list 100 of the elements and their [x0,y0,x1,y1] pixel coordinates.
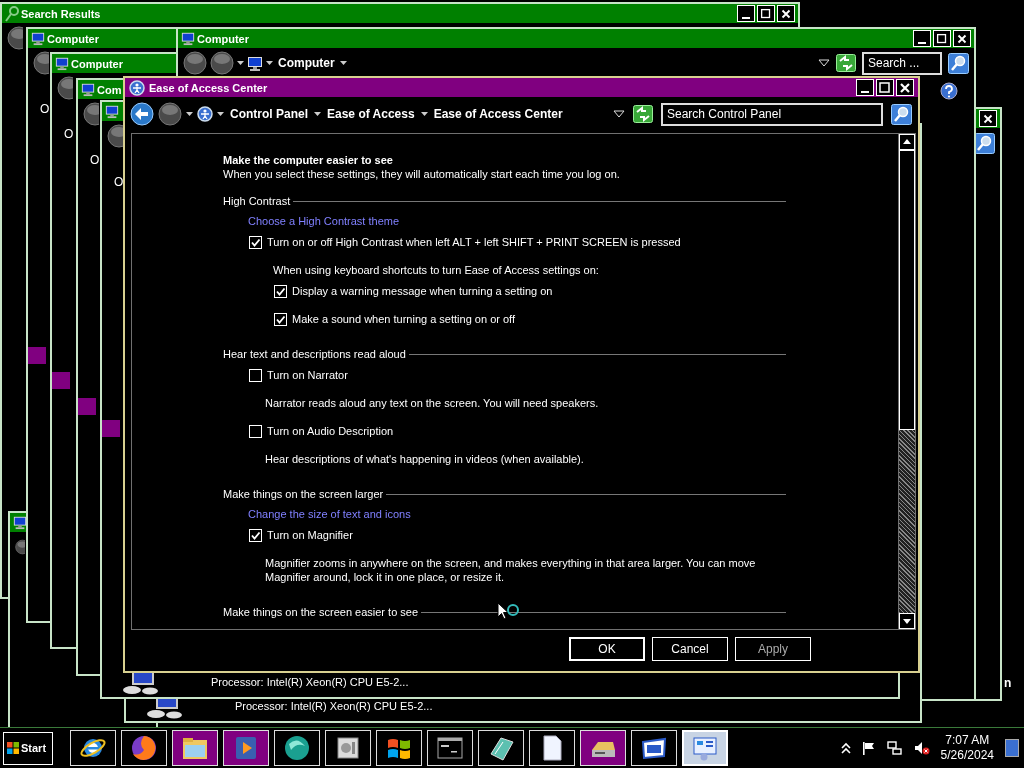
scrollbar[interactable] [898,134,915,629]
breadcrumb-arrow-icon[interactable] [217,111,224,117]
search-icon [5,5,19,22]
windows-logo-icon [7,742,19,754]
scroll-up-button[interactable] [899,134,915,150]
taskbar-button[interactable] [325,730,371,766]
checkbox[interactable] [249,528,262,542]
taskbar-button[interactable] [631,730,677,766]
scroll-down-button[interactable] [899,613,915,629]
history-arrow-icon[interactable] [237,60,244,66]
checkbox[interactable] [249,424,262,438]
maximize-button[interactable] [876,79,894,96]
network-icon[interactable] [886,741,903,755]
taskbar-button[interactable] [70,730,116,766]
show-hidden-icons-button[interactable] [840,742,851,754]
checkbox-label: Display a warning message when turning a setting on [292,284,553,298]
item-label: O [40,102,50,116]
link[interactable]: Choose a High Contrast theme [248,214,400,228]
search-button[interactable] [974,132,995,154]
checkbox[interactable] [274,284,287,298]
refresh-button[interactable] [836,54,856,72]
breadcrumb-item[interactable]: Computer [276,56,337,70]
checkbox[interactable] [249,368,262,382]
minimize-button[interactable] [856,79,874,96]
checkbox[interactable] [249,235,262,249]
item-label: O [64,127,74,141]
close-button[interactable] [777,5,795,22]
checkbox-label: Turn on Magnifier [267,528,353,542]
checkbox-label: Make a sound when turning a setting on or off [292,312,515,326]
scroll-thumb[interactable] [899,150,915,430]
forward-button[interactable] [210,51,234,75]
description-text: Narrator reads aloud any text on the screen. You will need speakers. [265,396,600,410]
breadcrumb-item[interactable]: Ease of Access Center [431,107,565,121]
clock-date: 5/26/2024 [940,748,994,763]
description-text: Hear descriptions of what's happening in videos (when available). [265,452,585,466]
clock[interactable]: 7:07 AM 5/26/2024 [940,733,994,763]
help-icon[interactable] [940,82,958,100]
computer-icon [81,82,95,97]
close-button[interactable] [896,79,914,96]
taskbar-button[interactable] [529,730,575,766]
refresh-button[interactable] [633,105,653,123]
breadcrumb-item[interactable]: Control Panel [228,107,310,121]
dropdown-icon[interactable] [818,59,830,67]
breadcrumb-arrow-icon[interactable] [420,111,428,117]
window-title: Computer [71,57,123,70]
link[interactable]: Change the size of text and icons [248,507,411,521]
tile-icon [52,372,70,389]
clock-time: 7:07 AM [945,733,990,748]
maximize-button[interactable] [757,5,775,22]
taskbar-button[interactable] [121,730,167,766]
minimize-button[interactable] [913,30,931,47]
browser-icon [130,734,158,762]
breadcrumb-arrow-icon[interactable] [314,111,321,117]
breadcrumb-item[interactable]: Ease of Access [325,107,417,121]
cancel-button[interactable]: Cancel [652,637,728,661]
window-title: Search Results [21,7,101,20]
ok-button[interactable]: OK [569,637,645,661]
search-field[interactable]: Search Control Panel [661,102,883,126]
maximize-icon [877,79,893,96]
back-button[interactable] [130,102,154,126]
breadcrumb-arrow-icon[interactable] [266,60,273,66]
checkbox-label: Turn on or off High Contrast when left ALT + left SHIFT + PRINT SCREEN is pressed [267,235,681,249]
maximize-button[interactable] [933,30,951,47]
search-field[interactable]: Search ... [862,51,942,75]
taskbar-button[interactable] [172,730,218,766]
search-button[interactable] [948,52,969,74]
checkbox-label: Turn on Narrator [267,368,348,382]
window-title: Computer [47,32,99,45]
forward-button[interactable] [158,102,182,126]
taskbar-button[interactable] [274,730,320,766]
minimize-button[interactable] [737,5,755,22]
search-button[interactable] [891,103,912,125]
history-arrow-icon[interactable] [186,111,193,117]
minimize-icon [915,41,929,44]
flag-icon[interactable] [861,741,876,755]
minimize-icon [739,16,753,19]
tile-icon [102,420,120,437]
close-button[interactable] [979,110,997,127]
window-title: Computer [197,32,249,45]
taskbar-button[interactable] [580,730,626,766]
taskbar-button[interactable] [478,730,524,766]
control-panel-icon [691,734,719,762]
volume-muted-icon[interactable] [913,741,930,755]
taskbar-button[interactable] [223,730,269,766]
close-button[interactable] [953,30,971,47]
tile-icon [28,347,46,364]
taskbar-button[interactable] [376,730,422,766]
dropdown-icon[interactable] [613,110,625,118]
taskbar-button[interactable] [427,730,473,766]
start-button[interactable]: Start [3,731,53,765]
group-heading: Make things on the screen easier to see [223,605,419,619]
checkbox[interactable] [274,312,287,326]
breadcrumb-arrow-icon[interactable] [339,60,347,66]
orb-icon [283,734,311,762]
window-title: Com [97,83,122,96]
computer-icon [247,55,263,71]
instruction-text: When using keyboard shortcuts to turn Ease of Access settings on: [273,263,600,277]
description-text: Magnifier zooms in anywhere on the screen, and makes everything in that area larger. You can move Magnifier around, lock it in one place, or resize it. [265,556,757,584]
text-fragment: n [1004,676,1012,690]
accessibility-icon [197,106,213,122]
